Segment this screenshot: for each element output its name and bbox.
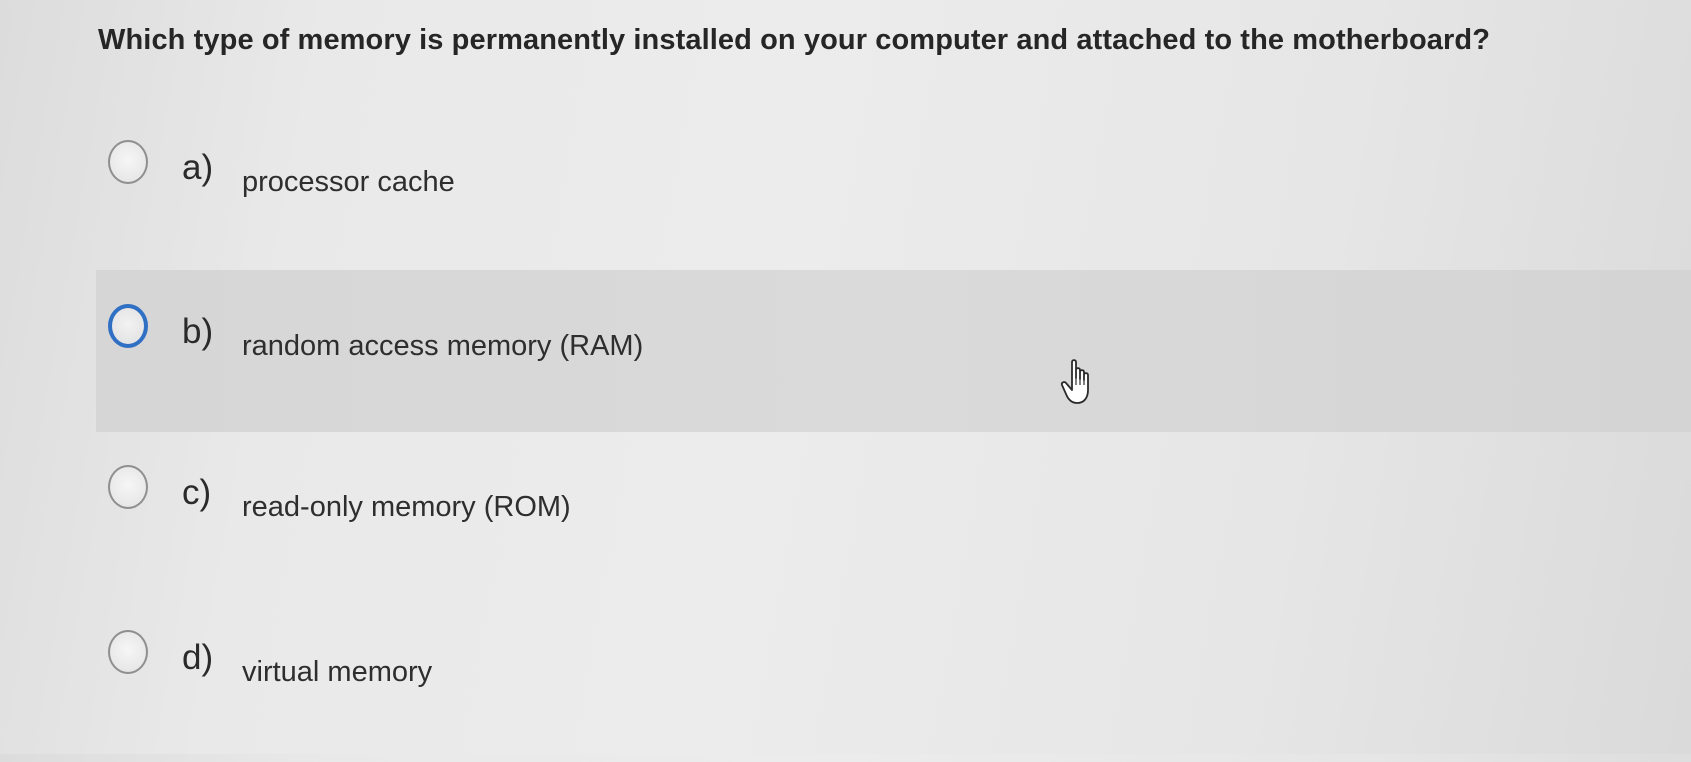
option-text-b: random access memory (RAM) [242,330,644,362]
radio-button-c[interactable] [108,465,148,509]
radio-button-d[interactable] [108,630,148,674]
option-text-c: read-only memory (ROM) [242,491,571,523]
hand-pointer-icon [1060,358,1100,408]
option-letter-c: c) [182,473,212,512]
option-a[interactable]: a) processor cache [96,110,1691,272]
option-text-d: virtual memory [242,656,433,688]
option-c[interactable]: c) read-only memory (ROM) [96,435,1691,597]
radio-button-b[interactable] [108,304,148,348]
answer-options: a) processor cache b) random access memo… [0,0,1691,754]
radio-button-a[interactable] [108,140,148,184]
option-letter-d: d) [182,638,214,677]
option-letter-b: b) [182,312,214,351]
option-d[interactable]: d) virtual memory [96,600,1691,762]
option-b[interactable]: b) random access memory (RAM) [96,270,1691,432]
option-letter-a: a) [182,148,214,187]
option-text-a: processor cache [242,166,455,198]
